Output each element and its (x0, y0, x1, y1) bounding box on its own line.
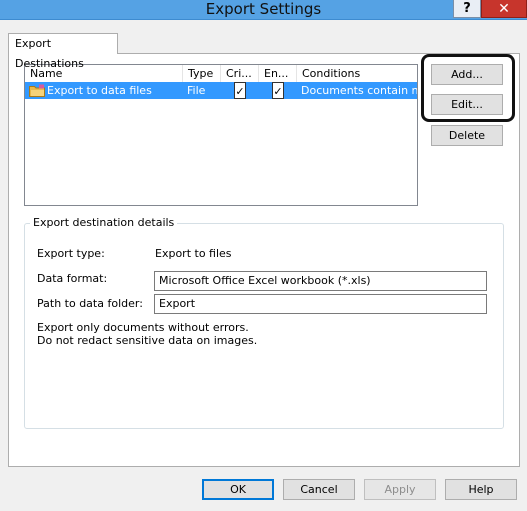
ok-button[interactable]: OK (202, 479, 274, 500)
note-line-1: Export only documents without errors. (37, 321, 249, 334)
column-header-enabled[interactable]: En... (259, 65, 297, 82)
export-type-label: Export type: (37, 247, 105, 260)
destinations-list[interactable]: Name Type Cri... En... Conditions Export… (24, 64, 418, 206)
delete-button[interactable]: Delete (431, 125, 503, 146)
title-bar: Export Settings ? ✕ (0, 0, 527, 20)
row-conditions: Documents contain n... (301, 84, 417, 97)
cancel-button[interactable]: Cancel (283, 479, 355, 500)
column-header-conditions[interactable]: Conditions (297, 65, 417, 82)
row-type: File (187, 84, 206, 97)
enabled-checkbox[interactable]: ✓ (272, 82, 284, 99)
help-button[interactable]: Help (445, 479, 517, 500)
data-format-label: Data format: (37, 272, 108, 285)
path-field[interactable]: Export (154, 294, 487, 314)
tab-export-destinations[interactable]: Export Destinations (8, 33, 118, 70)
column-header-type[interactable]: Type (183, 65, 221, 82)
data-format-field[interactable]: Microsoft Office Excel workbook (*.xls) (154, 271, 487, 291)
column-header-critical[interactable]: Cri... (221, 65, 259, 82)
folder-icon (29, 84, 45, 97)
path-label: Path to data folder: (37, 297, 143, 310)
details-legend: Export destination details (30, 216, 178, 230)
window-title: Export Settings (205, 0, 322, 18)
highlight-callout (421, 54, 515, 122)
table-row[interactable]: Export to data files File ✓ ✓ Documents … (25, 82, 417, 99)
apply-button[interactable]: Apply (364, 479, 436, 500)
close-button[interactable]: ✕ (481, 0, 527, 18)
export-type-value: Export to files (155, 247, 232, 260)
help-title-button[interactable]: ? (453, 0, 481, 18)
critical-checkbox[interactable]: ✓ (234, 82, 246, 99)
note-line-2: Do not redact sensitive data on images. (37, 334, 258, 347)
row-name: Export to data files (47, 84, 152, 97)
